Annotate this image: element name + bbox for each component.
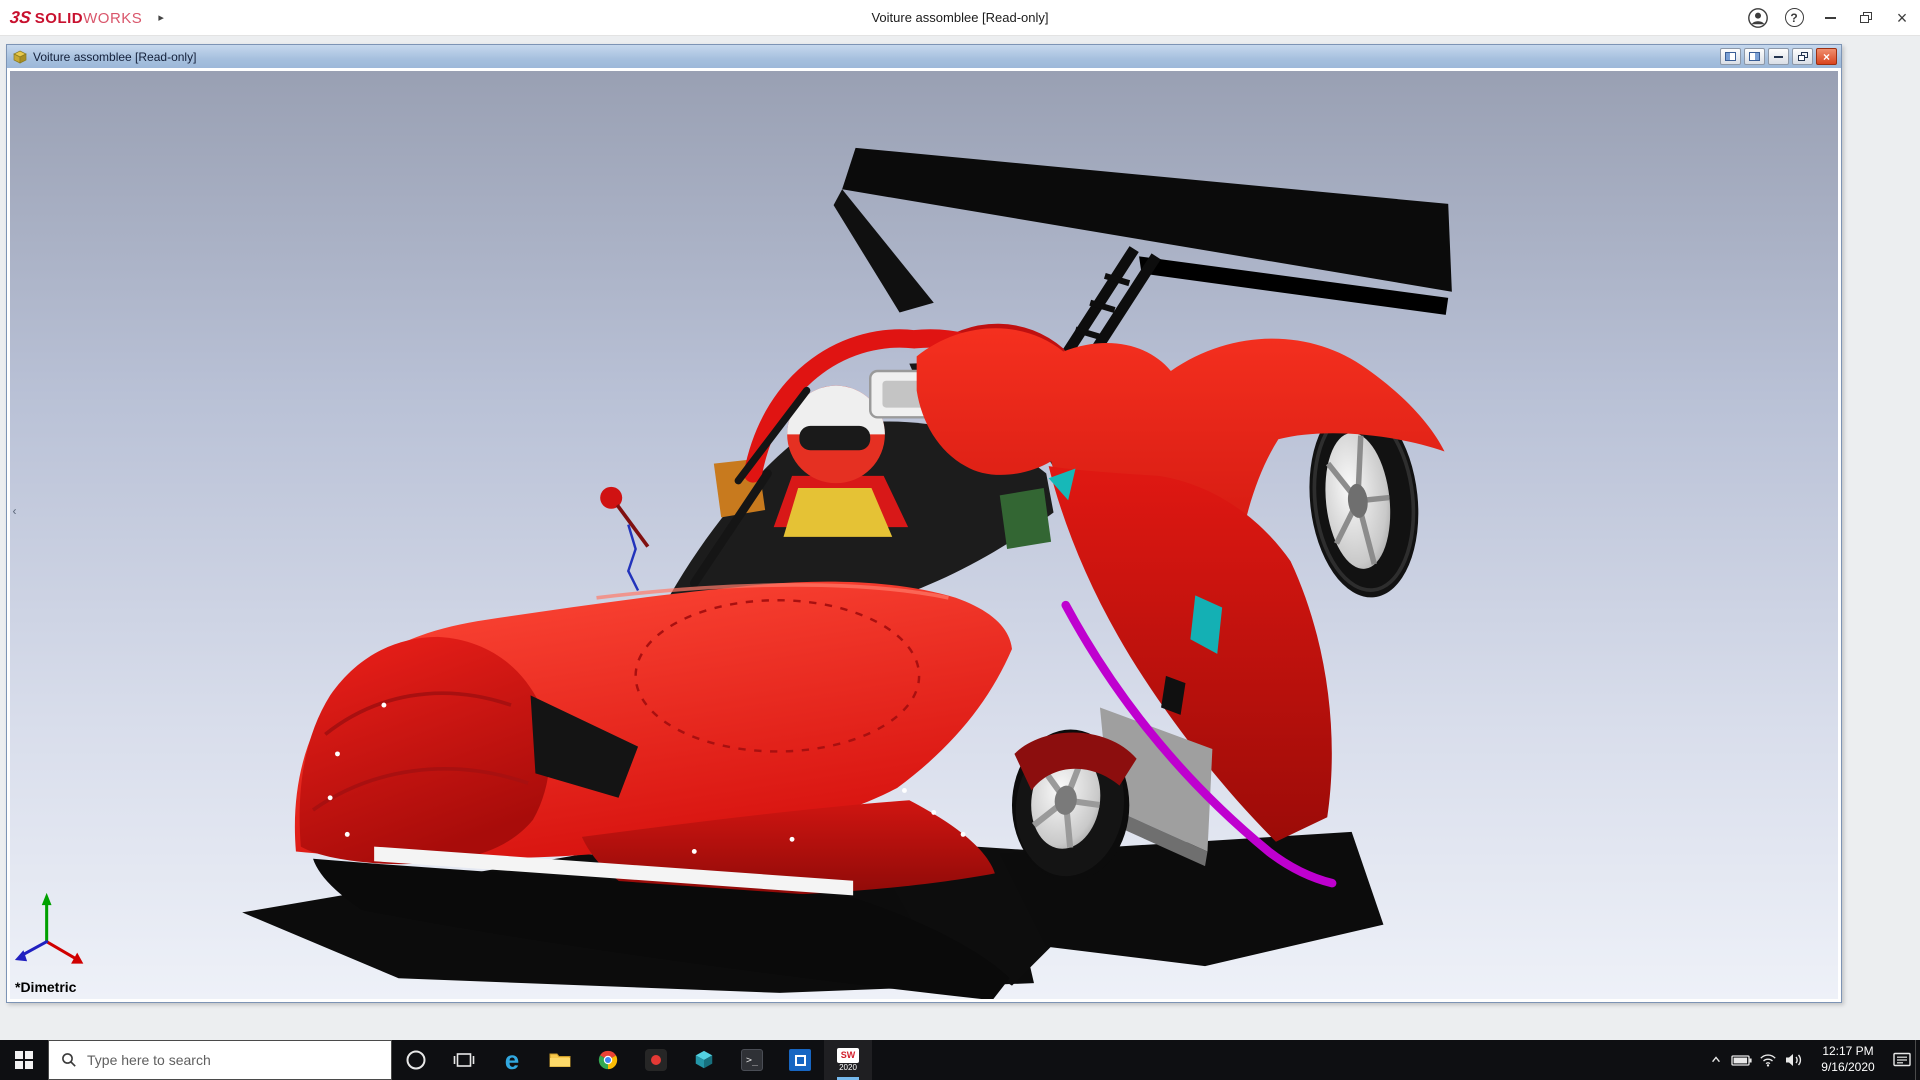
photos-app-button[interactable] — [776, 1040, 824, 1080]
app-window-controls: ? × — [1740, 0, 1920, 35]
document-titlebar[interactable]: Voiture assomblee [Read-only] × — [7, 45, 1841, 68]
photos-app-icon — [789, 1049, 811, 1071]
display-pane-button[interactable] — [1720, 48, 1741, 65]
folder-icon — [548, 1048, 572, 1072]
chrome-button[interactable] — [584, 1040, 632, 1080]
app-titlebar: 3S SOLID WORKS ▸ Voiture assomblee [Read… — [0, 0, 1920, 36]
split-pane-button[interactable] — [1744, 48, 1765, 65]
cortana-button[interactable] — [392, 1040, 440, 1080]
solidworks-icon: SW — [837, 1048, 859, 1063]
view-orientation-label: *Dimetric — [15, 979, 76, 995]
taskbar-search[interactable] — [48, 1040, 392, 1080]
help-button[interactable]: ? — [1776, 0, 1812, 35]
app-window-title: Voiture assomblee [Read-only] — [871, 10, 1048, 25]
battery-status[interactable] — [1729, 1040, 1755, 1080]
cortana-icon — [405, 1049, 427, 1071]
menu-expander-icon[interactable]: ▸ — [158, 11, 164, 24]
doc-close-button[interactable]: × — [1816, 48, 1837, 65]
taskbar-clock[interactable]: 12:17 PM 9/16/2020 — [1807, 1044, 1889, 1075]
doc-restore-button[interactable] — [1792, 48, 1813, 65]
logo-works-text: WORKS — [83, 10, 142, 27]
chevron-up-icon — [1710, 1054, 1722, 1066]
minimize-button[interactable] — [1812, 0, 1848, 35]
start-button[interactable] — [0, 1040, 48, 1080]
solidworks-version-label: 2020 — [839, 1063, 857, 1073]
chrome-icon — [597, 1049, 619, 1071]
edrawings-button[interactable] — [680, 1040, 728, 1080]
pane-right-icon — [1749, 52, 1760, 61]
user-icon — [1747, 7, 1769, 29]
helmet-visor — [799, 426, 870, 450]
edge-button[interactable]: e — [488, 1040, 536, 1080]
account-button[interactable] — [1740, 0, 1776, 35]
doc-minimize-button[interactable] — [1768, 48, 1789, 65]
maximize-button[interactable] — [1848, 0, 1884, 35]
task-view-icon — [453, 1049, 475, 1071]
ds-logo-mark: 3S — [9, 8, 33, 28]
panel-collapse-arrow[interactable]: ‹ — [9, 498, 20, 524]
speaker-icon — [1785, 1052, 1803, 1068]
tray-overflow-button[interactable] — [1703, 1040, 1729, 1080]
doc-restore-icon — [1798, 52, 1808, 61]
system-tray: 12:17 PM 9/16/2020 — [1703, 1040, 1920, 1080]
doc-minimize-icon — [1774, 56, 1783, 58]
document-window-controls: × — [1720, 48, 1837, 65]
help-icon: ? — [1785, 8, 1804, 27]
minimize-icon — [1825, 17, 1836, 19]
network-status[interactable] — [1755, 1040, 1781, 1080]
windows-taskbar: e >_ SW 2020 — [0, 1040, 1920, 1080]
action-center-button[interactable] — [1889, 1040, 1915, 1080]
search-icon — [61, 1052, 77, 1068]
terminal-button[interactable]: >_ — [728, 1040, 776, 1080]
document-window: Voiture assomblee [Read-only] × — [6, 44, 1842, 1003]
cube-app-icon — [693, 1049, 715, 1071]
clock-time: 12:17 PM — [1822, 1044, 1873, 1060]
solidworks-taskbar-button[interactable]: SW 2020 — [824, 1040, 872, 1080]
restore-icon — [1860, 12, 1872, 23]
close-icon: × — [1897, 9, 1908, 27]
close-button[interactable]: × — [1884, 0, 1920, 35]
search-input[interactable] — [87, 1052, 347, 1068]
media-app-icon — [645, 1049, 667, 1071]
assembly-document-icon — [13, 50, 27, 64]
logo-solid-text: SOLID — [35, 10, 83, 27]
pane-left-icon — [1725, 52, 1736, 61]
document-title: Voiture assomblee [Read-only] — [33, 50, 196, 64]
viewport-canvas[interactable] — [10, 71, 1838, 999]
volume-status[interactable] — [1781, 1040, 1807, 1080]
battery-icon — [1731, 1052, 1753, 1068]
edge-icon: e — [505, 1047, 519, 1073]
notification-icon — [1892, 1051, 1912, 1069]
show-desktop-button[interactable] — [1915, 1040, 1920, 1080]
windows-logo-icon — [15, 1051, 33, 1069]
solidworks-logo: 3S SOLID WORKS — [0, 8, 142, 28]
terminal-icon: >_ — [741, 1049, 763, 1071]
file-explorer-button[interactable] — [536, 1040, 584, 1080]
clock-date: 9/16/2020 — [1821, 1060, 1874, 1076]
wifi-icon — [1759, 1052, 1777, 1068]
media-app-button[interactable] — [632, 1040, 680, 1080]
task-view-button[interactable] — [440, 1040, 488, 1080]
graphics-viewport[interactable]: *Dimetric ‹ — [7, 68, 1841, 1002]
mdi-background: Voiture assomblee [Read-only] × — [0, 36, 1920, 1040]
